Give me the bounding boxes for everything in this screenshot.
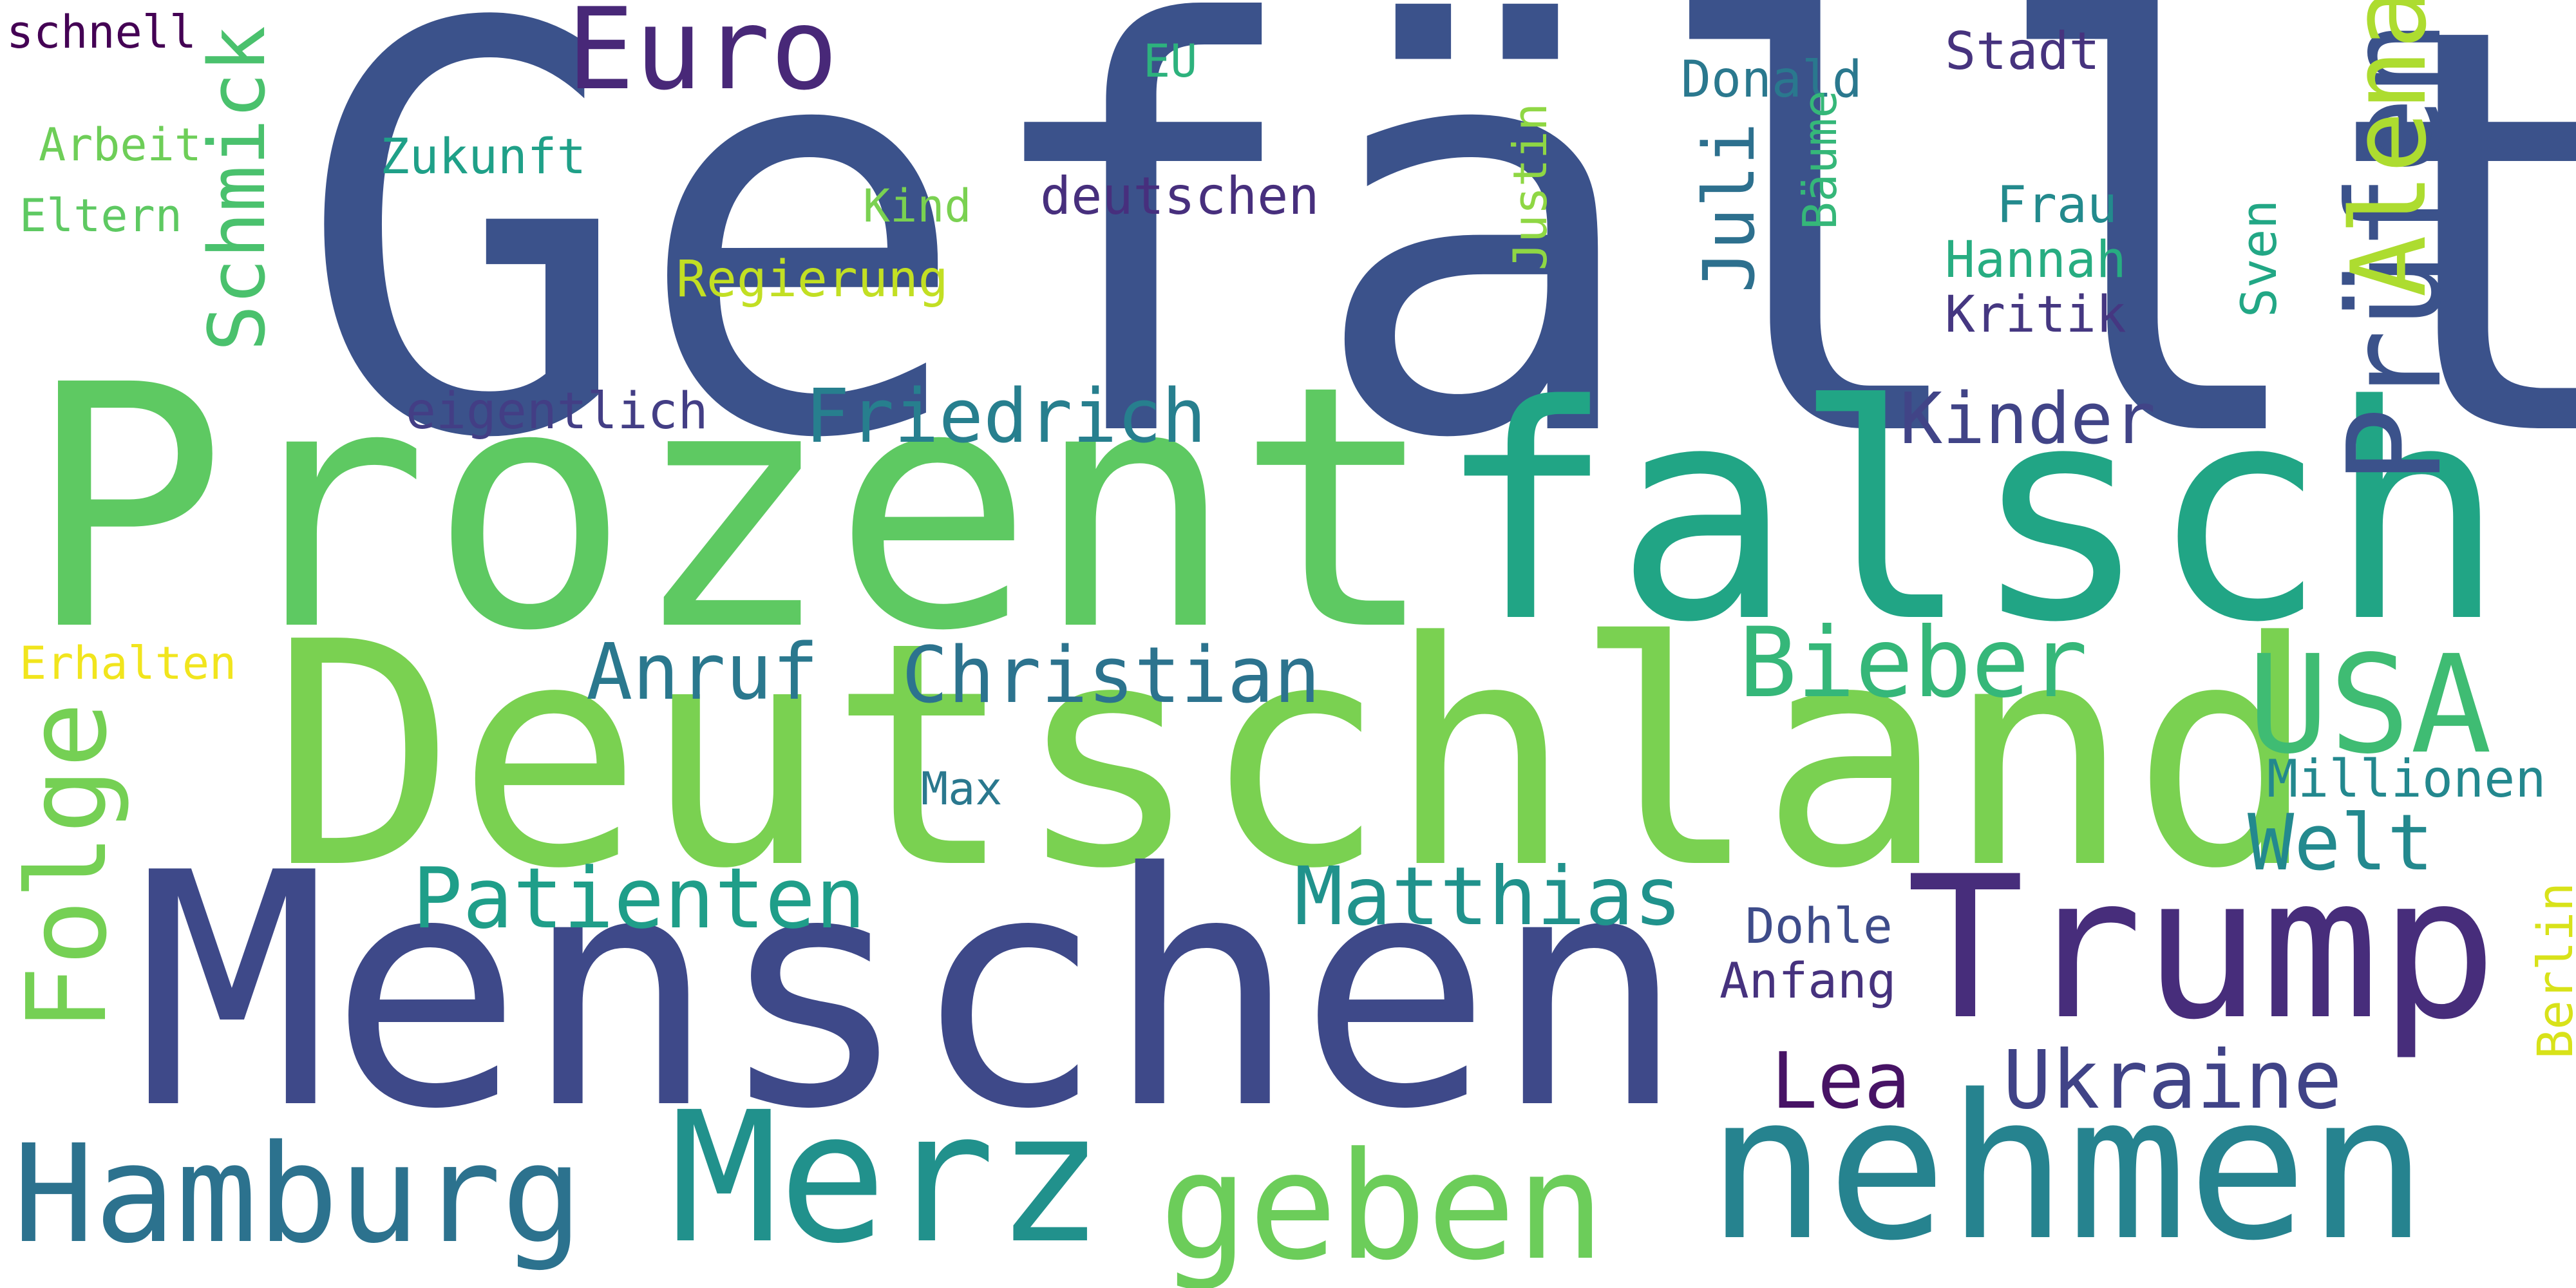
word-regierung: Regierung	[676, 251, 949, 308]
word-matthias: Matthias	[1294, 850, 1683, 943]
word-friedrich: Friedrich	[805, 374, 1207, 460]
word-hamburg: Hamburg	[13, 1115, 583, 1273]
word-stadt: Stadt	[1945, 21, 2100, 81]
word-berlin: Berlin	[2526, 882, 2576, 1059]
word-christian: Christian	[902, 631, 1321, 721]
word-bieber: Bieber	[1739, 607, 2088, 719]
word-sven: Sven	[2230, 200, 2287, 318]
word-kritik: Kritik	[1945, 286, 2126, 344]
word-eltern: Eltern	[19, 189, 182, 242]
word-erhalten: Erhalten	[19, 637, 237, 690]
word-eigentlich: eigentlich	[406, 383, 708, 440]
word-deutschen: deutschen	[1040, 166, 1320, 226]
word-eu: EU	[1143, 35, 1198, 88]
word-cloud: Gefällt Prozent falsch Deutschland Mensc…	[0, 0, 2576, 1288]
word-kind: Kind	[863, 180, 972, 232]
word-lea: Lea	[1771, 1037, 1911, 1126]
word-millionen: Millionen	[2267, 749, 2546, 809]
word-frau: Frau	[1996, 176, 2117, 234]
word-baeume: Bäume	[1793, 90, 1847, 230]
word-euro: Euro	[567, 0, 838, 115]
word-ukraine: Ukraine	[2003, 1034, 2342, 1127]
word-folge: Folge	[4, 702, 131, 1032]
word-max: Max	[921, 762, 1003, 815]
word-schmick: Schmick	[193, 26, 283, 352]
word-juli: Juli	[1688, 122, 1770, 293]
word-hannah: Hannah	[1945, 231, 2126, 289]
word-justin: Justin	[1503, 103, 1557, 271]
word-anruf: Anruf	[586, 628, 819, 717]
word-schnell: schnell	[6, 6, 197, 59]
word-patienten: Patienten	[412, 849, 866, 947]
word-geben: geben	[1159, 1121, 1605, 1288]
word-dohle: Dohle	[1745, 897, 1893, 954]
word-arbeit: Arbeit	[39, 118, 202, 171]
word-zukunft: Zukunft	[380, 128, 587, 185]
word-merz: Merz	[670, 1074, 1104, 1283]
word-anfang: Anfang	[1719, 952, 1897, 1009]
word-kinder: Kinder	[1900, 377, 2156, 460]
word-welt: Welt	[2248, 799, 2434, 888]
word-alena: Alena	[2329, 0, 2449, 298]
